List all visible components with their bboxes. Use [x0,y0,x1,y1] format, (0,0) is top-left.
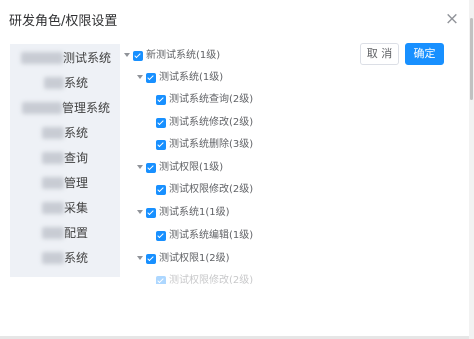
role-item-label: 管理系统 [62,101,111,115]
redacted-text [42,176,64,189]
node-checkbox[interactable] [146,254,156,264]
tree-node-label: 测试权限修改(2级) [169,275,254,284]
scrollbar-thumb[interactable] [470,18,473,100]
node-checkbox[interactable] [156,185,166,195]
role-list: 测试系统 系统 管理系统 系统 查询 管理 采集 配置 系统 [10,44,120,277]
dialog-header: 研发角色/权限设置 × [0,0,474,40]
close-icon[interactable]: × [442,9,462,29]
tree-node-label: 测试系统查询(2级) [169,94,254,105]
redacted-text [42,126,64,139]
tree-node-label: 测试系统修改(2级) [169,117,254,128]
role-item[interactable]: 采集 [10,199,120,217]
role-item-label: 配置 [64,226,89,240]
node-checkbox[interactable] [156,276,166,284]
role-item-label: 系统 [64,126,89,140]
redacted-text [21,51,63,64]
tree-node-label: 测试系统(1级) [159,72,224,83]
redacted-text [22,101,62,114]
tree-node-label: 测试权限(1级) [159,162,224,173]
role-item-label: 采集 [64,201,89,215]
redacted-text [42,251,64,264]
role-item-label: 系统 [64,76,89,90]
role-item[interactable]: 管理系统 [10,99,120,117]
cancel-button[interactable]: 取 消 [360,43,399,65]
node-checkbox[interactable] [133,51,143,61]
tree-node-label: 测试权限修改(2级) [169,184,254,195]
redacted-text [42,226,64,239]
tree-node-label: 测试系统1(1级) [159,207,230,218]
node-checkbox[interactable] [146,73,156,83]
role-item[interactable]: 查询 [10,149,120,167]
node-checkbox[interactable] [146,208,156,218]
redacted-text [42,151,64,164]
node-checkbox[interactable] [156,95,166,105]
redacted-text [42,201,64,214]
node-checkbox[interactable] [146,163,156,173]
role-item[interactable]: 系统 [10,249,120,267]
role-item-label: 系统 [64,251,89,265]
role-item-label: 查询 [64,151,89,165]
role-item-label: 测试系统 [63,51,112,65]
role-item[interactable]: 管理 [10,174,120,192]
tree-node-label: 测试系统编辑(1级) [169,230,254,241]
role-item[interactable]: 配置 [10,224,120,242]
chevron-down-icon[interactable] [137,256,143,260]
dialog-footer [0,284,474,339]
dialog-title: 研发角色/权限设置 [9,14,118,29]
tree-node-label: 测试系统删除(3级) [169,139,254,150]
node-checkbox[interactable] [156,140,166,150]
chevron-down-icon[interactable] [137,210,143,214]
redacted-text [44,76,64,89]
node-checkbox[interactable] [156,231,166,241]
tree-node-label: 测试权限1(2级) [159,253,230,264]
confirm-button[interactable]: 确定 [405,43,444,65]
chevron-down-icon[interactable] [124,53,130,57]
role-item[interactable]: 测试系统 [10,49,120,67]
chevron-down-icon[interactable] [137,165,143,169]
node-checkbox[interactable] [156,118,166,128]
role-item[interactable]: 系统 [10,124,120,142]
role-item-label: 管理 [64,176,89,190]
permission-tree: 新测试系统(1级) 测试系统(1级) 测试系统查询(2级) 测试系统修改(2级)… [120,44,360,284]
role-item[interactable]: 系统 [10,74,120,92]
tree-node-label: 新测试系统(1级) [146,50,221,61]
chevron-down-icon[interactable] [137,75,143,79]
